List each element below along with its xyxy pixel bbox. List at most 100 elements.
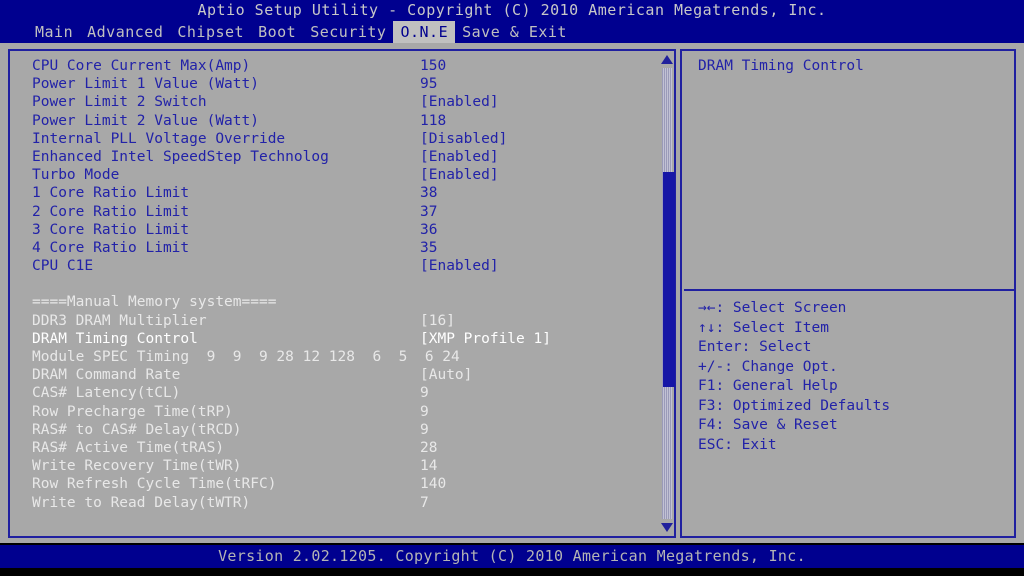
scrollbar-thumb[interactable] [663, 172, 675, 387]
settings-row-spacer [32, 275, 632, 293]
scrollbar-track[interactable] [662, 68, 675, 519]
settings-row-value[interactable]: 118 [420, 112, 446, 130]
settings-row-label: 1 Core Ratio Limit [32, 185, 190, 202]
menu-tab-advanced[interactable]: Advanced [80, 21, 170, 43]
settings-row-label: RAS# to CAS# Delay(tRCD) [32, 421, 242, 438]
settings-row-label: Power Limit 2 Value (Watt) [32, 112, 259, 129]
settings-row-value[interactable]: 28 [420, 439, 437, 457]
settings-row[interactable]: DRAM Command Rate [Auto] [32, 366, 632, 384]
settings-row-value[interactable]: [16] [420, 312, 455, 330]
settings-row-label: DRAM Timing Control [32, 330, 198, 347]
key-legend-item: Enter: Select [698, 339, 812, 355]
version-footer: Version 2.02.1205. Copyright (C) 2010 Am… [0, 545, 1024, 568]
settings-row-value[interactable]: 7 [420, 494, 429, 512]
settings-row[interactable]: CAS# Latency(tCL) 9 [32, 384, 632, 402]
settings-row-value[interactable]: 9 [420, 421, 429, 439]
settings-row-label: Enhanced Intel SpeedStep Technolog [32, 148, 329, 165]
settings-row[interactable]: Power Limit 1 Value (Watt) 95 [32, 75, 632, 93]
key-legend: →←: Select Screen ↑↓: Select Item Enter: S… [698, 299, 1008, 455]
window-title: Aptio Setup Utility - Copyright (C) 2010… [0, 0, 1024, 21]
settings-row-value[interactable]: 35 [420, 239, 437, 257]
settings-row-label: Turbo Mode [32, 167, 120, 184]
settings-row-label: CAS# Latency(tCL) [32, 385, 181, 402]
settings-row-label: CPU C1E [32, 258, 94, 275]
settings-row-value[interactable]: 37 [420, 203, 437, 221]
menu-tab-save-exit[interactable]: Save & Exit [455, 21, 574, 43]
scroll-down-arrow-icon[interactable] [661, 523, 673, 532]
key-legend-item: F3: Optimized Defaults [698, 397, 891, 414]
settings-row-label: 3 Core Ratio Limit [32, 221, 190, 238]
settings-row[interactable]: RAS# to CAS# Delay(tRCD) 9 [32, 421, 632, 439]
settings-row-label: Power Limit 1 Value (Watt) [32, 76, 259, 93]
settings-row[interactable]: Turbo Mode [Enabled] [32, 166, 632, 184]
settings-row[interactable]: CPU C1E [Enabled] [32, 257, 632, 275]
settings-row[interactable]: Row Refresh Cycle Time(tRFC) 140 [32, 475, 632, 493]
settings-row[interactable]: Row Precharge Time(tRP) 9 [32, 403, 632, 421]
key-legend-item: →←: Select Screen [698, 300, 847, 316]
settings-row-label: RAS# Active Time(tRAS) [32, 439, 225, 456]
bios-setup-screen: Aptio Setup Utility - Copyright (C) 2010… [0, 0, 1024, 576]
menu-bar: Main Advanced Chipset Boot Security O.N.E Save… [0, 21, 1024, 43]
settings-row-value[interactable]: 36 [420, 221, 437, 239]
settings-row-value[interactable]: 140 [420, 475, 446, 493]
settings-row-label: DRAM Command Rate [32, 367, 181, 384]
settings-row-value[interactable]: 38 [420, 184, 437, 202]
key-legend-item: ESC: Exit [698, 436, 777, 453]
settings-row[interactable]: Module SPEC Timing 9 9 9 28 12 128 6 5 6… [32, 348, 632, 366]
settings-row[interactable]: DRAM Timing Control [XMP Profile 1] [32, 330, 632, 348]
help-title: DRAM Timing Control [698, 58, 864, 74]
settings-row-value[interactable]: [Enabled] [420, 148, 499, 166]
settings-row-label: Write Recovery Time(tWR) [32, 458, 242, 475]
settings-row-value[interactable]: 9 [420, 384, 429, 402]
settings-row[interactable]: Power Limit 2 Switch [Enabled] [32, 93, 632, 111]
settings-panel: CPU Core Current Max(Amp) 150 Power Limit … [8, 49, 676, 538]
settings-row-label: 4 Core Ratio Limit [32, 239, 190, 256]
settings-row[interactable]: Internal PLL Voltage Override [Disabled] [32, 130, 632, 148]
settings-list: CPU Core Current Max(Amp) 150 Power Limit … [32, 57, 632, 512]
settings-row-value[interactable]: 150 [420, 57, 446, 75]
menu-tab-o-n-e[interactable]: O.N.E [393, 21, 456, 43]
settings-row[interactable]: DDR3 DRAM Multiplier [16] [32, 312, 632, 330]
key-legend-item: F1: General Help [698, 378, 838, 394]
settings-row-value[interactable]: [Disabled] [420, 130, 507, 148]
settings-row[interactable]: 1 Core Ratio Limit 38 [32, 184, 632, 202]
key-legend-item: +/-: Change Opt. [698, 358, 838, 375]
settings-row[interactable]: Power Limit 2 Value (Watt) 118 [32, 112, 632, 130]
settings-row-label: Internal PLL Voltage Override [32, 130, 286, 147]
settings-row-label: 2 Core Ratio Limit [32, 203, 190, 220]
menu-tab-main[interactable]: Main [28, 21, 80, 43]
menu-tab-boot[interactable]: Boot [251, 21, 303, 43]
help-divider [684, 289, 1014, 291]
scroll-up-arrow-icon[interactable] [661, 55, 673, 64]
settings-row[interactable]: 3 Core Ratio Limit 36 [32, 221, 632, 239]
settings-row[interactable]: ====Manual Memory system==== [32, 293, 632, 311]
settings-row-label: Row Precharge Time(tRP) [32, 403, 233, 420]
settings-row-value[interactable]: 9 [420, 403, 429, 421]
settings-row[interactable]: RAS# Active Time(tRAS) 28 [32, 439, 632, 457]
settings-row[interactable]: Enhanced Intel SpeedStep Technolog [Enabl… [32, 148, 632, 166]
settings-row[interactable]: 2 Core Ratio Limit 37 [32, 203, 632, 221]
settings-scrollbar[interactable] [660, 52, 675, 535]
settings-row-label: Write to Read Delay(tWTR) [32, 494, 251, 511]
settings-row-value[interactable]: 95 [420, 75, 437, 93]
settings-row-label: DDR3 DRAM Multiplier [32, 312, 207, 329]
settings-row[interactable]: 4 Core Ratio Limit 35 [32, 239, 632, 257]
key-legend-item: ↑↓: Select Item [698, 319, 829, 336]
settings-row-value[interactable]: [XMP Profile 1] [420, 330, 551, 348]
settings-row-value[interactable]: [Enabled] [420, 166, 499, 184]
settings-row-value[interactable]: [Enabled] [420, 93, 499, 111]
settings-row-label: Module SPEC Timing 9 9 9 28 12 128 6 5 6… [32, 349, 460, 365]
settings-row-value[interactable]: [Auto] [420, 366, 472, 384]
settings-row-label: CPU Core Current Max(Amp) [32, 58, 251, 74]
settings-row[interactable]: Write to Read Delay(tWTR) 7 [32, 494, 632, 512]
settings-row-value[interactable]: [Enabled] [420, 257, 499, 275]
key-legend-item: F4: Save & Reset [698, 417, 838, 433]
settings-row-label: Power Limit 2 Switch [32, 94, 207, 111]
settings-row[interactable]: Write Recovery Time(tWR) 14 [32, 457, 632, 475]
settings-row-label: ====Manual Memory system==== [32, 294, 277, 311]
help-panel: DRAM Timing Control →←: Select Screen ↑↓:… [680, 49, 1016, 538]
menu-tab-chipset[interactable]: Chipset [170, 21, 251, 43]
settings-row[interactable]: CPU Core Current Max(Amp) 150 [32, 57, 632, 75]
settings-row-value[interactable]: 14 [420, 457, 437, 475]
menu-tab-security[interactable]: Security [303, 21, 393, 43]
